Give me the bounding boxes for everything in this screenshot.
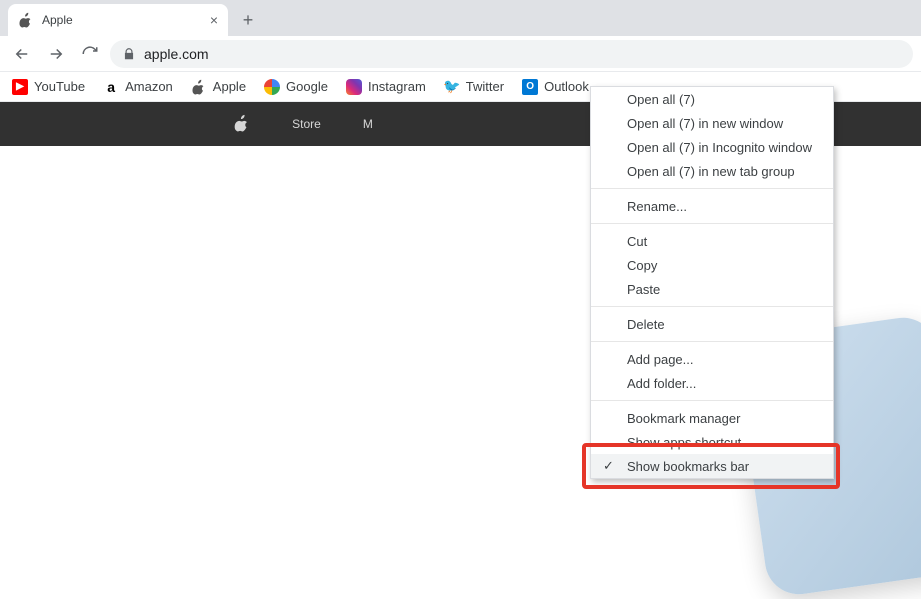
context-menu-item[interactable]: Open all (7) in Incognito window (591, 135, 833, 159)
apple-logo-icon[interactable] (234, 114, 250, 135)
bookmark-label: Google (286, 79, 328, 94)
context-menu-item[interactable]: Cut (591, 229, 833, 253)
bookmark-youtube[interactable]: ▶ YouTube (12, 79, 85, 95)
bookmark-label: Apple (213, 79, 246, 94)
reload-button[interactable] (76, 40, 104, 68)
youtube-icon: ▶ (12, 79, 28, 95)
toolbar: apple.com (0, 36, 921, 72)
address-bar[interactable]: apple.com (110, 40, 913, 68)
context-menu-separator (591, 341, 833, 342)
twitter-icon: 🐦 (444, 79, 460, 95)
context-menu-separator (591, 188, 833, 189)
context-menu-item[interactable]: Rename... (591, 194, 833, 218)
browser-tab[interactable]: Apple × (8, 4, 228, 36)
lock-icon (122, 47, 136, 61)
apple-icon (191, 79, 207, 95)
context-menu-item[interactable]: Open all (7) (591, 87, 833, 111)
bookmark-label: YouTube (34, 79, 85, 94)
apple-favicon (18, 12, 34, 28)
amazon-icon: a (103, 79, 119, 95)
context-menu-item[interactable]: Delete (591, 312, 833, 336)
forward-button[interactable] (42, 40, 70, 68)
bookmark-apple[interactable]: Apple (191, 79, 246, 95)
instagram-icon (346, 79, 362, 95)
nav-store[interactable]: Store (292, 117, 321, 131)
bookmark-twitter[interactable]: 🐦 Twitter (444, 79, 504, 95)
back-button[interactable] (8, 40, 36, 68)
context-menu-item[interactable]: Bookmark manager (591, 406, 833, 430)
context-menu-item[interactable]: Copy (591, 253, 833, 277)
bookmark-google[interactable]: Google (264, 79, 328, 95)
bookmark-label: Instagram (368, 79, 426, 94)
context-menu-item[interactable]: Add folder... (591, 371, 833, 395)
bookmark-label: Outlook (544, 79, 589, 94)
nav-item[interactable]: M (363, 117, 373, 131)
context-menu-item[interactable]: Paste (591, 277, 833, 301)
context-menu-item[interactable]: Add page... (591, 347, 833, 371)
context-menu-separator (591, 400, 833, 401)
context-menu-item[interactable]: Show bookmarks bar (591, 454, 833, 478)
tab-strip: Apple × + (0, 0, 921, 36)
bookmark-instagram[interactable]: Instagram (346, 79, 426, 95)
context-menu-separator (591, 223, 833, 224)
google-icon (264, 79, 280, 95)
bookmark-outlook[interactable]: O Outlook (522, 79, 589, 95)
bookmark-amazon[interactable]: a Amazon (103, 79, 173, 95)
context-menu-item[interactable]: Open all (7) in new window (591, 111, 833, 135)
context-menu-item[interactable]: Show apps shortcut (591, 430, 833, 454)
url-text: apple.com (144, 46, 209, 62)
new-tab-button[interactable]: + (234, 6, 262, 34)
context-menu-item[interactable]: Open all (7) in new tab group (591, 159, 833, 183)
tab-title: Apple (42, 13, 73, 27)
bookmark-label: Twitter (466, 79, 504, 94)
close-tab-icon[interactable]: × (210, 12, 218, 28)
outlook-icon: O (522, 79, 538, 95)
context-menu-separator (591, 306, 833, 307)
bookmark-label: Amazon (125, 79, 173, 94)
context-menu: Open all (7)Open all (7) in new windowOp… (590, 86, 834, 479)
